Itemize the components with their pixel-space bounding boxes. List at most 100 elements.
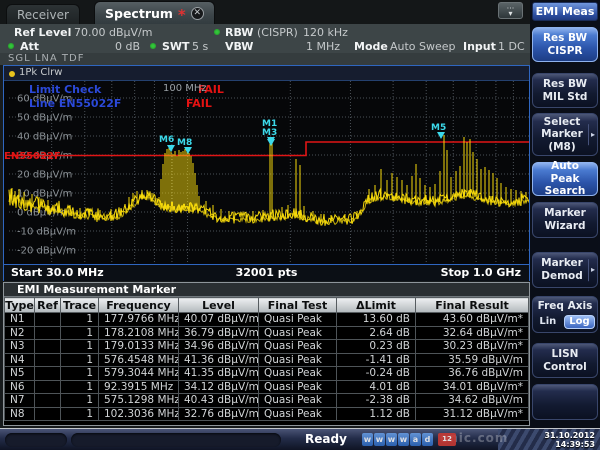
table-row[interactable]: N11177.9766 MHz40.07 dBμV/mQuasi Peak13.… — [5, 313, 529, 327]
cell-trace: 1 — [61, 353, 99, 367]
tab-bar: Receiver Spectrum * ✕ ··· ▾ — [0, 0, 530, 24]
cell-type: N5 — [5, 367, 35, 381]
cell-final_test: Quasi Peak — [259, 353, 337, 367]
mode-value: Auto Sweep — [390, 40, 456, 53]
y-axis-label: -10 dBμV/m — [17, 227, 76, 238]
cell-type: N8 — [5, 407, 35, 421]
table-title: EMI Measurement Marker — [4, 283, 529, 297]
cell-level: 34.96 dBμV/m — [179, 340, 259, 354]
cell-final_result: 36.76 dBμV/m — [416, 367, 529, 381]
softkey-label: Marker Wizard — [536, 207, 594, 232]
limit-line-label: EN55022F — [4, 151, 61, 162]
softkey-marker-wizard[interactable]: Marker Wizard — [532, 202, 598, 238]
cell-delta_limit: -1.41 dB — [337, 353, 416, 367]
freq-axis-log-toggle[interactable]: Log — [564, 315, 594, 329]
ref-level-label[interactable]: Ref Level — [14, 26, 71, 39]
softkey-label: Freq Axis — [538, 300, 593, 313]
tab-spectrum-label: Spectrum — [105, 6, 173, 21]
softkey-freq-axis[interactable]: Freq Axis Lin Log — [532, 296, 598, 333]
freq-axis-lin-toggle[interactable]: Lin — [535, 316, 560, 328]
table-row[interactable]: N71575.1298 MHz40.43 dBμV/mQuasi Peak-2.… — [5, 394, 529, 408]
cell-final_test: Quasi Peak — [259, 313, 337, 327]
table-row[interactable]: N21178.2108 MHz36.79 dBμV/mQuasi Peak2.6… — [5, 326, 529, 340]
col-header-final-test[interactable]: Final Test — [259, 298, 337, 313]
cell-final_result: 35.59 dBμV/m — [416, 353, 529, 367]
col-header-frequency[interactable]: Frequency — [99, 298, 179, 313]
cell-level: 40.43 dBμV/m — [179, 394, 259, 408]
cell-final_test: Quasi Peak — [259, 340, 337, 354]
cell-final_result: 32.64 dBμV/m* — [416, 326, 529, 340]
tab-spectrum[interactable]: Spectrum * ✕ — [94, 1, 215, 24]
col-header-level[interactable]: Level — [179, 298, 259, 313]
softkey-marker-demod[interactable]: Marker Demod ▸ — [532, 252, 598, 288]
rbw-label[interactable]: RBW — [225, 26, 253, 39]
toolbar-slot-1 — [5, 433, 67, 447]
att-label[interactable]: Att — [20, 40, 39, 53]
watermark-badge: 12 — [438, 433, 456, 446]
softkey-lisn-control[interactable]: LISN Control — [532, 343, 598, 378]
att-value: 0 dB — [115, 40, 140, 53]
trace1-mode-label: 1Pk Clrw — [19, 67, 62, 78]
cell-ref — [35, 326, 61, 340]
y-axis-label: 50 dBμV/m — [17, 113, 72, 124]
softkey-select-marker[interactable]: Select Marker (M8) ▸ — [532, 113, 598, 156]
cell-level: 40.07 dBμV/m — [179, 313, 259, 327]
swt-led-icon — [150, 43, 156, 49]
cell-type: N2 — [5, 326, 35, 340]
menu-caret: ▾ — [508, 11, 512, 16]
cell-level: 34.12 dBμV/m — [179, 380, 259, 394]
close-tab-icon[interactable]: ✕ — [191, 7, 204, 20]
cell-level: 32.76 dBμV/m — [179, 407, 259, 421]
swt-label[interactable]: SWT — [162, 40, 190, 53]
limit-line-name: Line EN55022F — [29, 97, 121, 110]
window-menu-icon[interactable]: ··· ▾ — [498, 2, 523, 19]
mode-label[interactable]: Mode — [354, 40, 388, 53]
vbw-label[interactable]: VBW — [225, 40, 253, 53]
col-header-final-result[interactable]: Final Result — [416, 298, 529, 313]
softkey-label: Res BW CISPR — [536, 32, 594, 57]
tab-receiver[interactable]: Receiver — [6, 4, 80, 24]
status-bar: Ready onic.com wwwwad12 31.10.2012 14:39… — [0, 428, 600, 450]
cell-level: 41.35 dBμV/m — [179, 367, 259, 381]
col-header-trace[interactable]: Trace — [61, 298, 99, 313]
softkey-res-bw-mil-std[interactable]: Res BW MIL Std — [532, 73, 598, 108]
ref-level-value: 70.00 dBμV/m — [74, 26, 152, 39]
softkey-label: Select Marker (M8) — [536, 116, 594, 154]
trace-info-bar[interactable]: 1Pk Clrw — [4, 66, 529, 81]
watermark-tile: a — [410, 433, 421, 446]
softkey-label: Res BW MIL Std — [536, 78, 594, 103]
softkey-res-bw-cispr[interactable]: Res BW CISPR — [532, 27, 598, 62]
spectrum-plot: 60 dBμV/m50 dBμV/m40 dBμV/m30 dBμV/m20 d… — [4, 81, 529, 264]
table-row[interactable]: N81102.3036 MHz32.76 dBμV/mQuasi Peak1.1… — [5, 407, 529, 421]
cell-trace: 1 — [61, 326, 99, 340]
col-header--limit[interactable]: ΔLimit — [337, 298, 416, 313]
marker-M5-label: M5 — [431, 123, 446, 133]
softkey-empty[interactable] — [532, 384, 598, 420]
col-header-ref[interactable]: Ref — [35, 298, 61, 313]
submenu-arrow-icon: ▸ — [588, 259, 596, 281]
emi-marker-table: EMI Measurement Marker TypeRefTraceFrequ… — [3, 282, 530, 426]
cell-trace: 1 — [61, 367, 99, 381]
cell-final_result: 31.12 dBμV/m* — [416, 407, 529, 421]
marker-M6-label: M6 — [159, 135, 174, 145]
softkey-auto-peak-search[interactable]: Auto Peak Search — [532, 162, 598, 196]
table-row[interactable]: N41576.4548 MHz41.36 dBμV/mQuasi Peak-1.… — [5, 353, 529, 367]
submenu-arrow-icon: ▸ — [588, 124, 596, 146]
cell-frequency: 575.1298 MHz — [99, 394, 179, 408]
cell-final_result: 43.60 dBμV/m* — [416, 313, 529, 327]
col-header-type[interactable]: Type — [5, 298, 35, 313]
cell-frequency: 576.4548 MHz — [99, 353, 179, 367]
spectrum-diagram: 1Pk Clrw 60 dBμV/m50 dBμV/m40 dBμV/m30 d… — [3, 65, 530, 281]
cell-final_test: Quasi Peak — [259, 326, 337, 340]
toolbar-slot-2 — [71, 433, 281, 447]
rbw-led-icon — [214, 29, 220, 35]
status-date: 31.10.2012 — [544, 431, 595, 440]
input-label[interactable]: Input — [463, 40, 496, 53]
status-ready: Ready — [305, 432, 347, 446]
table-row[interactable]: N51579.3044 MHz41.35 dBμV/mQuasi Peak-0.… — [5, 367, 529, 381]
tab-receiver-label: Receiver — [17, 8, 69, 22]
cell-ref — [35, 394, 61, 408]
table-row[interactable]: N6192.3915 MHz34.12 dBμV/mQuasi Peak4.01… — [5, 380, 529, 394]
cell-frequency: 177.9766 MHz — [99, 313, 179, 327]
table-row[interactable]: N31179.0133 MHz34.96 dBμV/mQuasi Peak0.2… — [5, 340, 529, 354]
